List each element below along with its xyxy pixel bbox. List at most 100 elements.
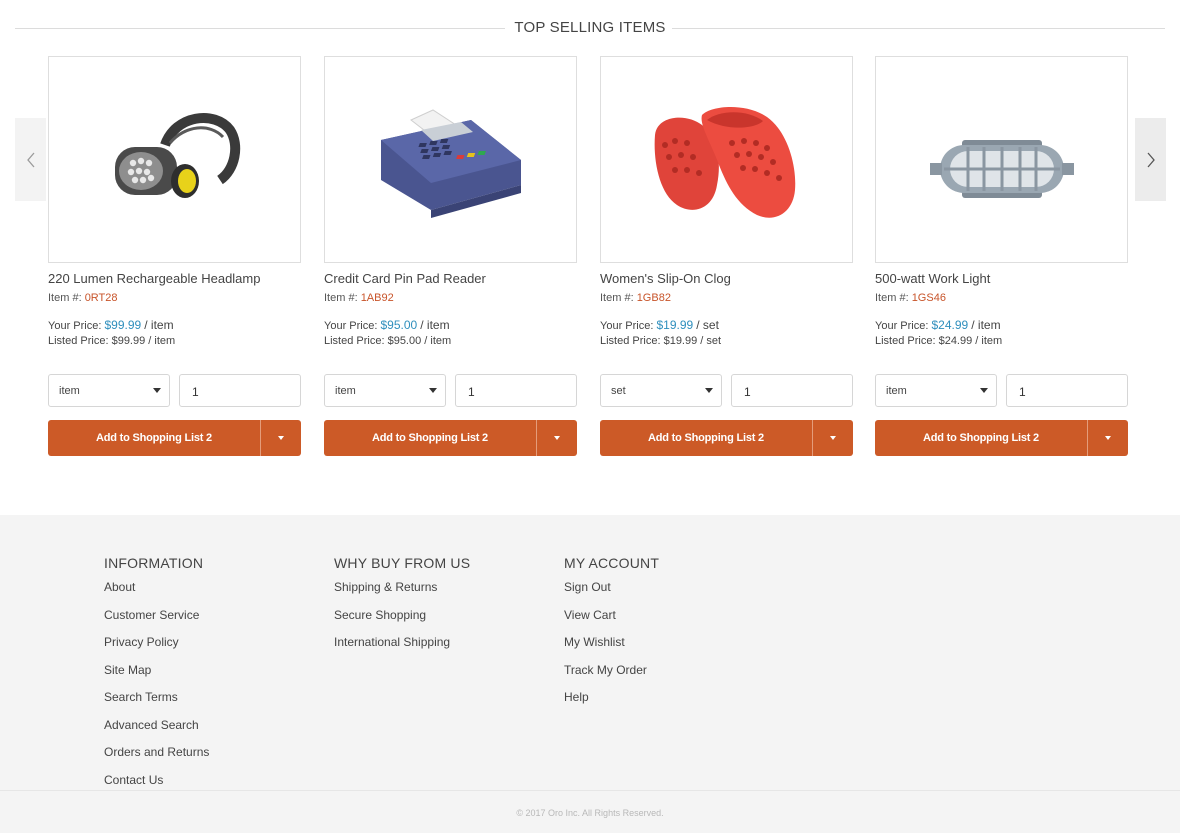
caret-down-icon: [554, 436, 560, 440]
your-price: Your Price: $95.00 / item: [324, 318, 577, 332]
add-to-list-dropdown-toggle[interactable]: [1088, 420, 1128, 456]
product-controls: item 1: [324, 374, 577, 407]
caret-down-icon: [278, 436, 284, 440]
quantity-input[interactable]: 1: [731, 374, 853, 407]
add-to-list-button-group: Add to Shopping List 2: [600, 420, 853, 456]
quantity-input[interactable]: 1: [179, 374, 301, 407]
your-price-label: Your Price:: [600, 320, 654, 332]
add-to-list-dropdown-toggle[interactable]: [261, 420, 301, 456]
unit-select-value: set: [611, 385, 626, 397]
product-name[interactable]: 220 Lumen Rechargeable Headlamp: [48, 271, 301, 288]
your-price: Your Price: $99.99 / item: [48, 318, 301, 332]
add-to-shopping-list-button[interactable]: Add to Shopping List 2: [600, 420, 812, 456]
unit-select[interactable]: item: [48, 374, 170, 407]
your-price-value: $99.99: [104, 318, 142, 332]
unit-select-value: item: [335, 385, 356, 397]
carousel-next-button[interactable]: [1135, 118, 1166, 201]
add-to-list-dropdown-toggle[interactable]: [813, 420, 853, 456]
footer-link-help[interactable]: Help: [564, 688, 659, 716]
carousel-prev-button[interactable]: [15, 118, 46, 201]
footer-link-contact-us[interactable]: Contact Us: [104, 771, 209, 799]
add-to-list-dropdown-toggle[interactable]: [537, 420, 577, 456]
product-name[interactable]: Credit Card Pin Pad Reader: [324, 271, 577, 288]
heading-divider-right: [672, 28, 1165, 29]
footer-column-why-buy: WHY BUY FROM US Shipping & Returns Secur…: [334, 555, 470, 661]
footer-link-sign-out[interactable]: Sign Out: [564, 578, 659, 606]
footer-column-title: MY ACCOUNT: [564, 555, 660, 571]
sku-label: Item #:: [48, 292, 82, 304]
product-sku: Item #: 1GB82: [600, 292, 853, 304]
add-to-list-button-group: Add to Shopping List 2: [48, 420, 301, 456]
footer-link-privacy-policy[interactable]: Privacy Policy: [104, 633, 209, 661]
headlamp-image: [114, 112, 240, 198]
footer-link-orders-and-returns[interactable]: Orders and Returns: [104, 743, 209, 771]
add-to-shopping-list-button[interactable]: Add to Shopping List 2: [324, 420, 536, 456]
listed-price: Listed Price: $19.99 / set: [600, 335, 722, 347]
copyright-text: © 2017 Oro Inc. All Rights Reserved.: [516, 808, 664, 818]
unit-select[interactable]: set: [600, 374, 722, 407]
product-card: Credit Card Pin Pad Reader Item #: 1AB92…: [324, 56, 577, 456]
footer-column-title: WHY BUY FROM US: [334, 555, 471, 571]
footer-link-my-wishlist[interactable]: My Wishlist: [564, 633, 659, 661]
product-sku: Item #: 1AB92: [324, 292, 577, 304]
footer-divider: [0, 790, 1180, 791]
footer-link-advanced-search[interactable]: Advanced Search: [104, 716, 209, 744]
sku-code: 1AB92: [360, 292, 394, 304]
clog-image: [654, 106, 795, 218]
your-price-unit: / set: [696, 318, 719, 332]
footer-link-search-terms[interactable]: Search Terms: [104, 688, 209, 716]
product-controls: item 1: [48, 374, 301, 407]
product-controls: item 1: [875, 374, 1128, 407]
your-price-value: $24.99: [931, 318, 969, 332]
footer-link-customer-service[interactable]: Customer Service: [104, 606, 209, 634]
your-price-value: $19.99: [656, 318, 694, 332]
sku-code: 0RT28: [84, 292, 118, 304]
add-to-shopping-list-button[interactable]: Add to Shopping List 2: [48, 420, 260, 456]
your-price-label: Your Price:: [48, 320, 102, 332]
listed-price: Listed Price: $24.99 / item: [875, 335, 1003, 347]
footer-link-international-shipping[interactable]: International Shipping: [334, 633, 470, 661]
product-image-link[interactable]: [48, 56, 301, 263]
footer-link-shipping-returns[interactable]: Shipping & Returns: [334, 578, 470, 606]
sku-code: 1GS46: [911, 292, 946, 304]
product-image-link[interactable]: [324, 56, 577, 263]
caret-down-icon: [1105, 436, 1111, 440]
your-price: Your Price: $24.99 / item: [875, 318, 1128, 332]
work-light-image: [929, 139, 1074, 198]
product-name[interactable]: Women's Slip-On Clog: [600, 271, 853, 288]
product-name[interactable]: 500-watt Work Light: [875, 271, 1128, 288]
card-reader-image: [380, 108, 521, 218]
footer-link-about[interactable]: About: [104, 578, 209, 606]
your-price-unit: / item: [420, 318, 450, 332]
unit-select[interactable]: item: [875, 374, 997, 407]
product-controls: set 1: [600, 374, 853, 407]
sku-label: Item #:: [324, 292, 358, 304]
footer-link-track-my-order[interactable]: Track My Order: [564, 661, 659, 689]
footer-link-site-map[interactable]: Site Map: [104, 661, 209, 689]
footer-link-secure-shopping[interactable]: Secure Shopping: [334, 606, 470, 634]
your-price-unit: / item: [144, 318, 174, 332]
footer-column-my-account: MY ACCOUNT Sign Out View Cart My Wishlis…: [564, 555, 659, 716]
chevron-right-icon: [1147, 152, 1155, 167]
product-image-link[interactable]: [600, 56, 853, 263]
your-price-value: $95.00: [380, 318, 418, 332]
footer-column-title: INFORMATION: [104, 555, 204, 571]
product-image-link[interactable]: [875, 56, 1128, 263]
your-price-label: Your Price:: [875, 320, 929, 332]
your-price-label: Your Price:: [324, 320, 378, 332]
add-to-shopping-list-button[interactable]: Add to Shopping List 2: [875, 420, 1087, 456]
site-footer: INFORMATION About Customer Service Priva…: [0, 515, 1180, 833]
unit-select-value: item: [886, 385, 907, 397]
quantity-input[interactable]: 1: [1006, 374, 1128, 407]
sku-label: Item #:: [875, 292, 909, 304]
unit-select-value: item: [59, 385, 80, 397]
footer-link-view-cart[interactable]: View Cart: [564, 606, 659, 634]
unit-select[interactable]: item: [324, 374, 446, 407]
quantity-input[interactable]: 1: [455, 374, 577, 407]
add-to-list-button-group: Add to Shopping List 2: [875, 420, 1128, 456]
listed-price: Listed Price: $99.99 / item: [48, 335, 176, 347]
section-heading: TOP SELLING ITEMS: [15, 17, 1165, 39]
product-sku: Item #: 0RT28: [48, 292, 301, 304]
add-to-list-button-group: Add to Shopping List 2: [324, 420, 577, 456]
caret-down-icon: [980, 388, 988, 393]
